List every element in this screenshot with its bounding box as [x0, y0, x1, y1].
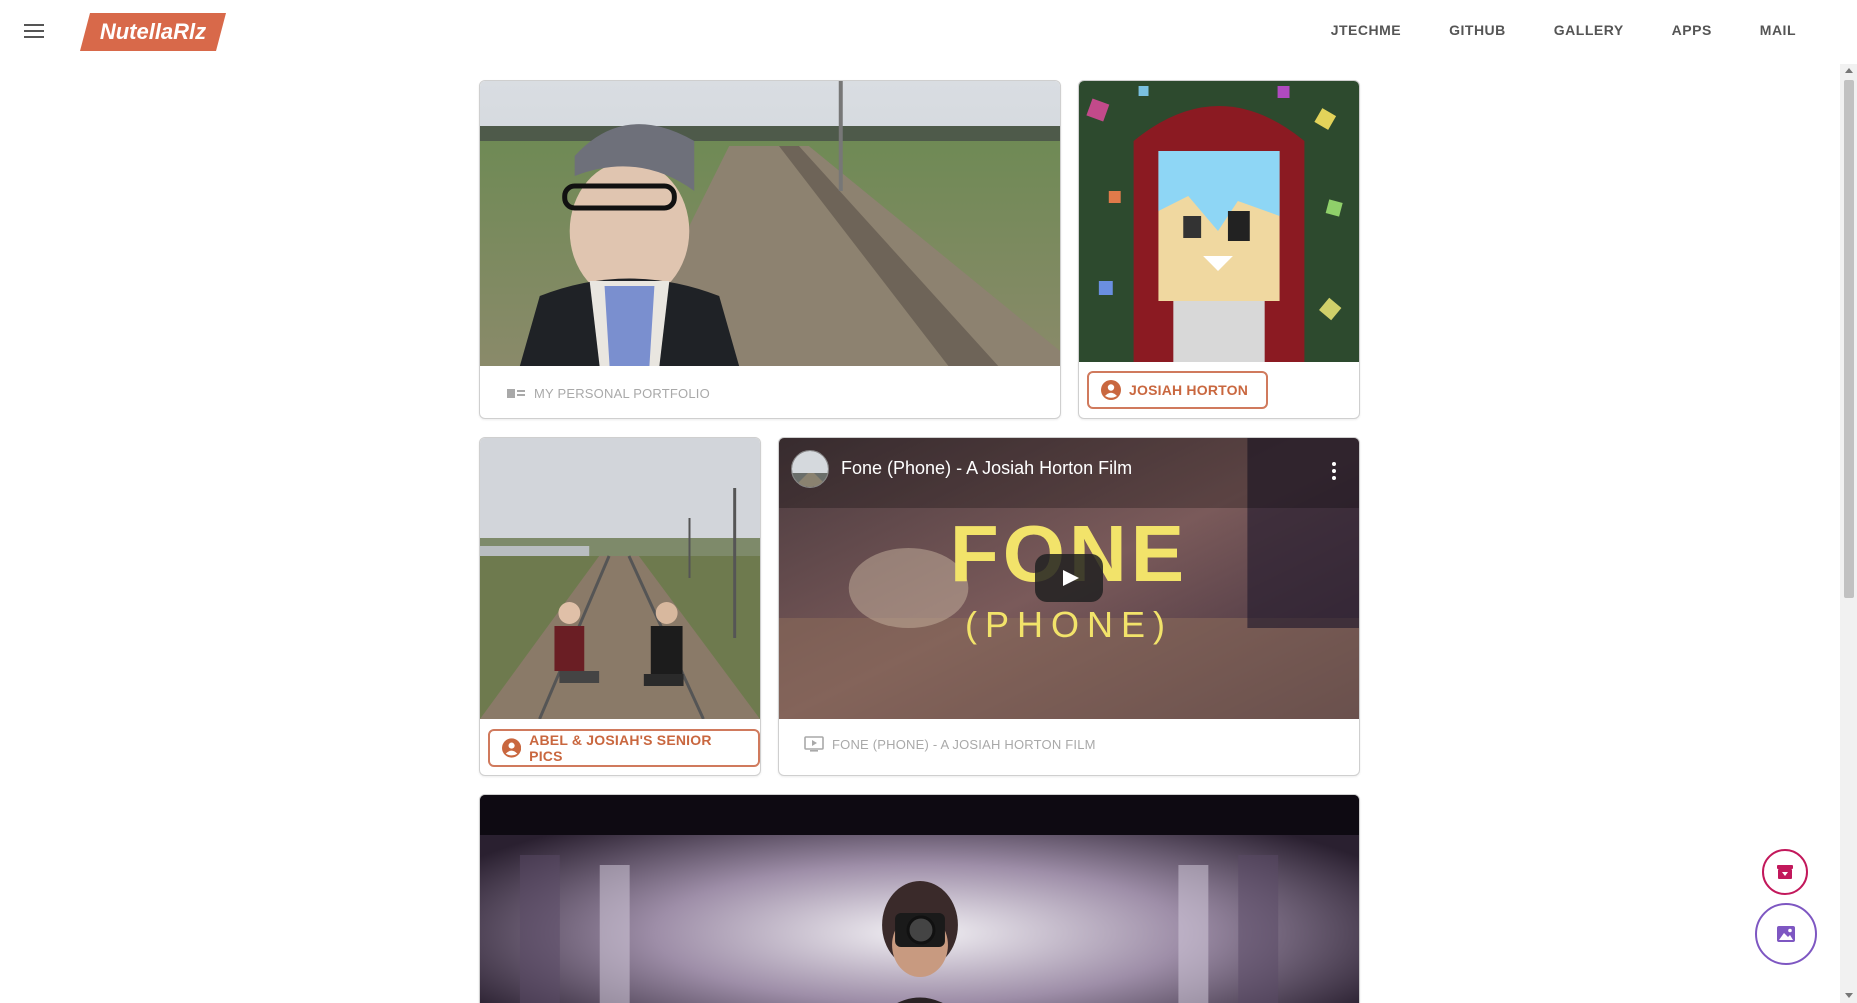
portfolio-photo — [480, 81, 1060, 366]
nav-link-gallery[interactable]: GALLERY — [1554, 22, 1624, 38]
josiah-horton-button[interactable]: JOSIAH HORTON — [1087, 371, 1269, 409]
camera-photo — [480, 795, 1359, 1003]
more-vert-icon[interactable] — [1331, 462, 1337, 482]
scroll-up-arrow[interactable] — [1845, 68, 1853, 73]
nav-link-jtechme[interactable]: JTECHME — [1331, 22, 1401, 38]
page-scrollbar[interactable] — [1840, 64, 1857, 1003]
logo-text: NutellaRlz — [99, 19, 207, 44]
josiah-avatar-art — [1079, 81, 1359, 362]
image-icon — [1777, 926, 1795, 942]
hamburger-menu-icon[interactable] — [22, 20, 46, 42]
tv-icon — [804, 736, 824, 752]
scroll-thumb[interactable] — [1844, 80, 1854, 598]
josiah-horton-label: JOSIAH HORTON — [1129, 382, 1249, 398]
josiah-card[interactable]: JOSIAH HORTON — [1078, 80, 1360, 419]
account-circle-icon — [502, 738, 522, 758]
nav-link-github[interactable]: GITHUB — [1449, 22, 1506, 38]
scroll-down-arrow[interactable] — [1845, 993, 1853, 998]
site-logo[interactable]: NutellaRlz — [80, 13, 226, 51]
portfolio-caption-text: MY PERSONAL PORTFOLIO — [534, 385, 710, 401]
nav-link-apps[interactable]: APPS — [1672, 22, 1712, 38]
video-caption-text: FONE (PHONE) - A JOSIAH HORTON FILM — [832, 736, 1096, 752]
nav-link-mail[interactable]: MAIL — [1760, 22, 1796, 38]
portfolio-caption: MY PERSONAL PORTFOLIO — [506, 385, 710, 401]
senior-pics-button[interactable]: ABEL & JOSIAH'S SENIOR PICS — [488, 729, 760, 767]
camera-photo-card[interactable] — [479, 794, 1360, 1003]
top-nav: JTECHME GITHUB GALLERY APPS MAIL — [1331, 22, 1796, 38]
video-caption: FONE (PHONE) - A JOSIAH HORTON FILM — [804, 736, 1096, 752]
senior-pics-label: ABEL & JOSIAH'S SENIOR PICS — [529, 732, 712, 764]
channel-avatar[interactable] — [791, 450, 829, 488]
account-circle-icon — [1101, 380, 1121, 400]
play-button[interactable] — [1035, 554, 1103, 602]
play-icon — [1063, 570, 1079, 586]
senior-pics-card[interactable]: ABEL & JOSIAH'S SENIOR PICS — [479, 437, 761, 776]
gallery-fab[interactable] — [1755, 903, 1817, 965]
video-card[interactable]: Fone (Phone) - A Josiah Horton Film FONE… — [778, 437, 1360, 776]
archive-fab[interactable] — [1762, 849, 1808, 895]
archive-icon — [1777, 865, 1793, 879]
senior-pics-photo — [480, 438, 760, 719]
portfolio-card[interactable]: MY PERSONAL PORTFOLIO — [479, 80, 1061, 419]
video-phone-subtitle: (PHONE) — [965, 604, 1173, 645]
top-app-bar: NutellaRlz JTECHME GITHUB GALLERY APPS M… — [0, 0, 1840, 64]
contact-card-icon — [507, 389, 525, 398]
video-title[interactable]: Fone (Phone) - A Josiah Horton Film — [841, 458, 1132, 479]
